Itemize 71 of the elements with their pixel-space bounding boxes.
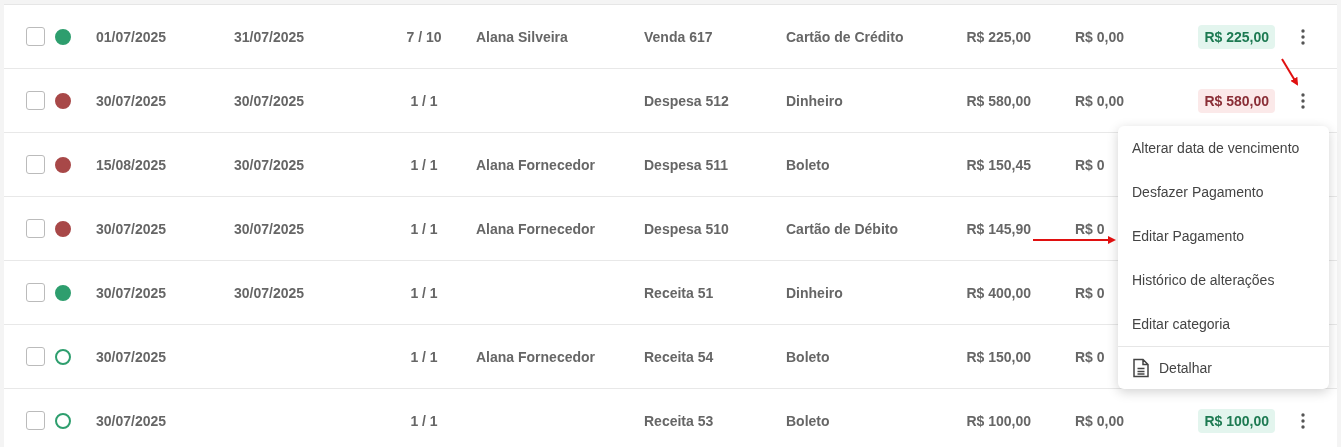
menu-item[interactable]: Editar Pagamento xyxy=(1118,214,1329,258)
table-cell: Boleto xyxy=(786,156,830,173)
table-cell: 7 / 10 xyxy=(406,28,442,45)
table-cell: R$ 0 xyxy=(1075,284,1105,301)
row-checkbox[interactable] xyxy=(26,411,45,430)
table-cell: 01/07/2025 xyxy=(96,28,167,45)
row-checkbox[interactable] xyxy=(26,283,45,302)
annotation-arrow xyxy=(1281,58,1299,86)
table-cell: R$ 0 xyxy=(1075,156,1105,173)
table-cell: R$ 150,00 xyxy=(966,348,1031,365)
table-cell: 30/07/2025 xyxy=(234,284,305,301)
table-cell: 30/07/2025 xyxy=(96,348,167,365)
table-cell: Despesa 511 xyxy=(644,156,729,173)
table-cell: 1 / 1 xyxy=(410,412,438,429)
table-cell: R$ 0,00 xyxy=(1075,412,1125,429)
row-checkbox[interactable] xyxy=(26,155,45,174)
menu-item[interactable]: Histórico de alterações xyxy=(1118,258,1329,302)
row-checkbox[interactable] xyxy=(26,27,45,46)
table-cell: 1 / 1 xyxy=(410,220,438,237)
table-cell: Receita 53 xyxy=(644,412,714,429)
table-cell: 30/07/2025 xyxy=(96,92,167,109)
table-cell: 30/07/2025 xyxy=(96,412,167,429)
menu-item[interactable]: Alterar data de vencimento xyxy=(1118,126,1329,170)
table-cell: Alana Fornecedor xyxy=(476,220,596,237)
table-cell: R$ 0 xyxy=(1075,348,1105,365)
table-cell: Cartão de Crédito xyxy=(786,28,904,45)
table-cell: Dinheiro xyxy=(786,284,843,301)
menu-item[interactable]: Desfazer Pagamento xyxy=(1118,170,1329,214)
table-cell: 1 / 1 xyxy=(410,348,438,365)
table-cell: R$ 0,00 xyxy=(1075,28,1125,45)
row-checkbox[interactable] xyxy=(26,219,45,238)
table-cell: 30/07/2025 xyxy=(234,156,305,173)
table-cell: R$ 400,00 xyxy=(966,284,1031,301)
amount-badge: R$ 100,00 xyxy=(1198,408,1275,433)
table-cell: 15/08/2025 xyxy=(96,156,167,173)
row-checkbox[interactable] xyxy=(26,347,45,366)
table-cell: Dinheiro xyxy=(786,92,843,109)
table-cell: 30/07/2025 xyxy=(96,284,167,301)
table-cell: R$ 0 xyxy=(1075,220,1105,237)
row-checkbox[interactable] xyxy=(26,91,45,110)
table-cell: 30/07/2025 xyxy=(234,92,305,109)
more-icon[interactable] xyxy=(1301,28,1305,45)
menu-item[interactable]: Editar categoria xyxy=(1118,302,1329,346)
table-cell: 30/07/2025 xyxy=(96,220,167,237)
table-cell: Receita 54 xyxy=(644,348,714,365)
table-cell: 30/07/2025 xyxy=(234,220,305,237)
table-cell: Despesa 512 xyxy=(644,92,729,109)
table-cell: R$ 225,00 xyxy=(966,28,1031,45)
table-cell: Receita 51 xyxy=(644,284,714,301)
table-cell: Despesa 510 xyxy=(644,220,729,237)
more-icon[interactable] xyxy=(1301,412,1305,429)
table-cell: R$ 580,00 xyxy=(966,92,1031,109)
table-cell: Alana Silveira xyxy=(476,28,568,45)
table-cell: 1 / 1 xyxy=(410,284,438,301)
table-cell: 1 / 1 xyxy=(410,92,438,109)
table-cell: R$ 0,00 xyxy=(1075,92,1125,109)
table-cell: 1 / 1 xyxy=(410,156,438,173)
table-cell: 31/07/2025 xyxy=(234,28,305,45)
table-cell: Alana Fornecedor xyxy=(476,348,596,365)
table-cell: Alana Fornecedor xyxy=(476,156,596,173)
amount-badge: R$ 580,00 xyxy=(1198,88,1275,113)
more-icon[interactable] xyxy=(1301,92,1305,109)
table-cell: Cartão de Débito xyxy=(786,220,898,237)
document-icon xyxy=(1132,358,1150,378)
table-cell: Boleto xyxy=(786,412,830,429)
table-cell: Boleto xyxy=(786,348,830,365)
amount-badge: R$ 225,00 xyxy=(1198,24,1275,49)
table-cell: R$ 145,90 xyxy=(966,220,1031,237)
table-cell: R$ 100,00 xyxy=(966,412,1031,429)
table-cell: Venda 617 xyxy=(644,28,713,45)
table-cell: R$ 150,45 xyxy=(966,156,1031,173)
